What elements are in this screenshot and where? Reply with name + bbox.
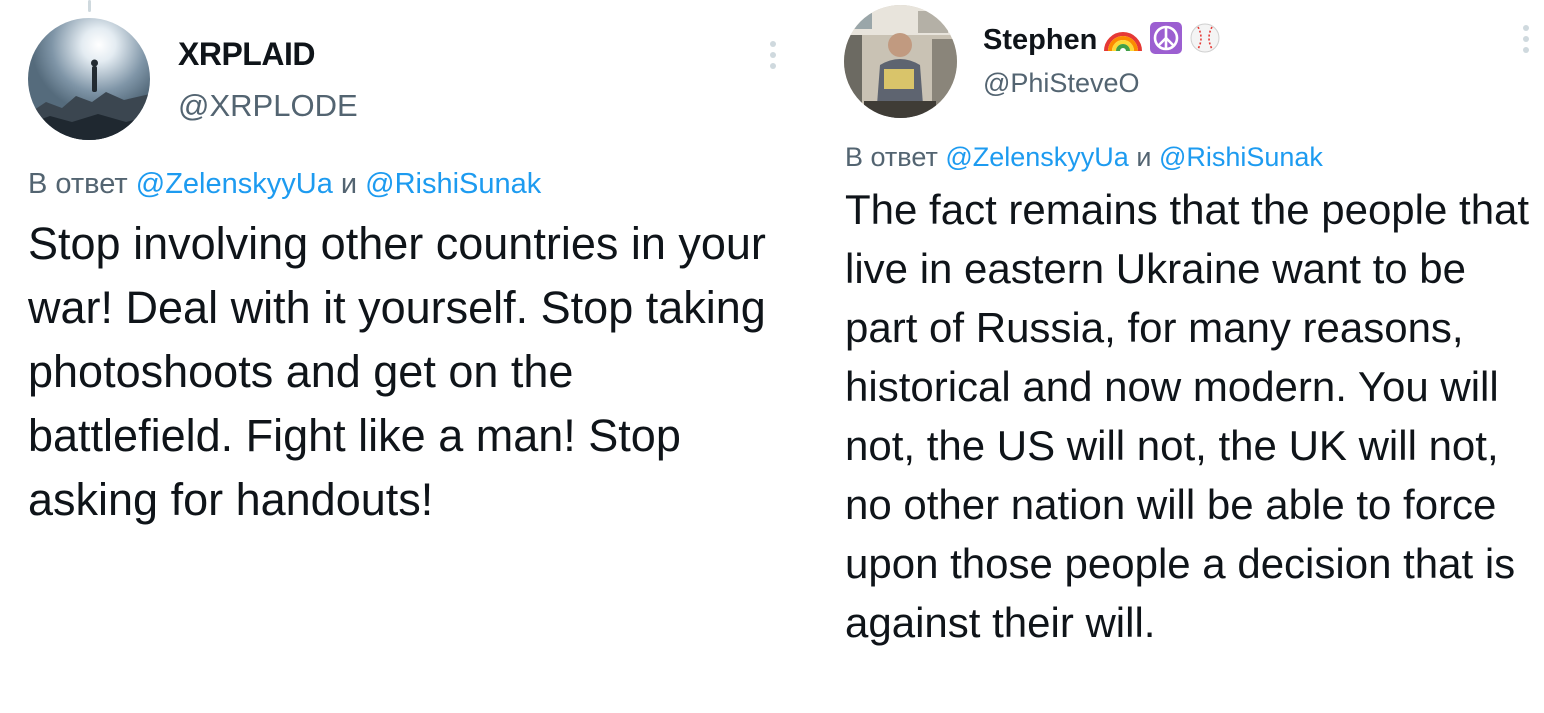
reply-conjunction: и — [340, 168, 358, 200]
more-vertical-icon[interactable] — [1521, 25, 1531, 58]
user-handle[interactable]: @PhiSteveO — [983, 68, 1139, 99]
rainbow-emoji-icon — [1103, 23, 1143, 58]
baseball-emoji-icon — [1189, 22, 1221, 59]
person-photo-avatar-icon — [844, 5, 957, 118]
reply-conjunction: и — [1136, 142, 1152, 172]
tweet-card-right[interactable]: Stephen @PhiSteveO В ответ @ZelenskyyUa … — [818, 0, 1544, 713]
mention-link-zelenskyyua[interactable]: @ZelenskyyUa — [945, 142, 1128, 172]
reply-context: В ответ @ZelenskyyUa и @RishiSunak — [845, 142, 1323, 173]
reply-context: В ответ @ZelenskyyUa и @RishiSunak — [28, 168, 541, 201]
mention-link-rishisunak[interactable]: @RishiSunak — [1159, 142, 1323, 172]
more-vertical-icon[interactable] — [768, 41, 778, 74]
avatar[interactable] — [28, 18, 150, 140]
reply-prefix: В ответ — [28, 168, 128, 200]
avatar[interactable] — [844, 5, 957, 118]
display-name[interactable]: XRPLAID — [178, 36, 315, 73]
reply-prefix: В ответ — [845, 142, 938, 172]
peace-symbol-emoji-icon — [1149, 21, 1183, 60]
mention-link-zelenskyyua[interactable]: @ZelenskyyUa — [136, 168, 333, 200]
tweet-card-left[interactable]: XRPLAID @XRPLODE В ответ @ZelenskyyUa и … — [0, 0, 790, 713]
name-row: Stephen — [983, 20, 1221, 60]
display-name[interactable]: Stephen — [983, 24, 1097, 57]
user-handle[interactable]: @XRPLODE — [178, 88, 358, 124]
thread-connector-line — [88, 0, 91, 12]
tweet-text: Stop involving other countries in your w… — [28, 218, 766, 525]
mountain-silhouette-avatar-icon — [28, 18, 150, 140]
tweet-text: The fact remains that the people that li… — [845, 186, 1530, 646]
mention-link-rishisunak[interactable]: @RishiSunak — [365, 168, 541, 200]
